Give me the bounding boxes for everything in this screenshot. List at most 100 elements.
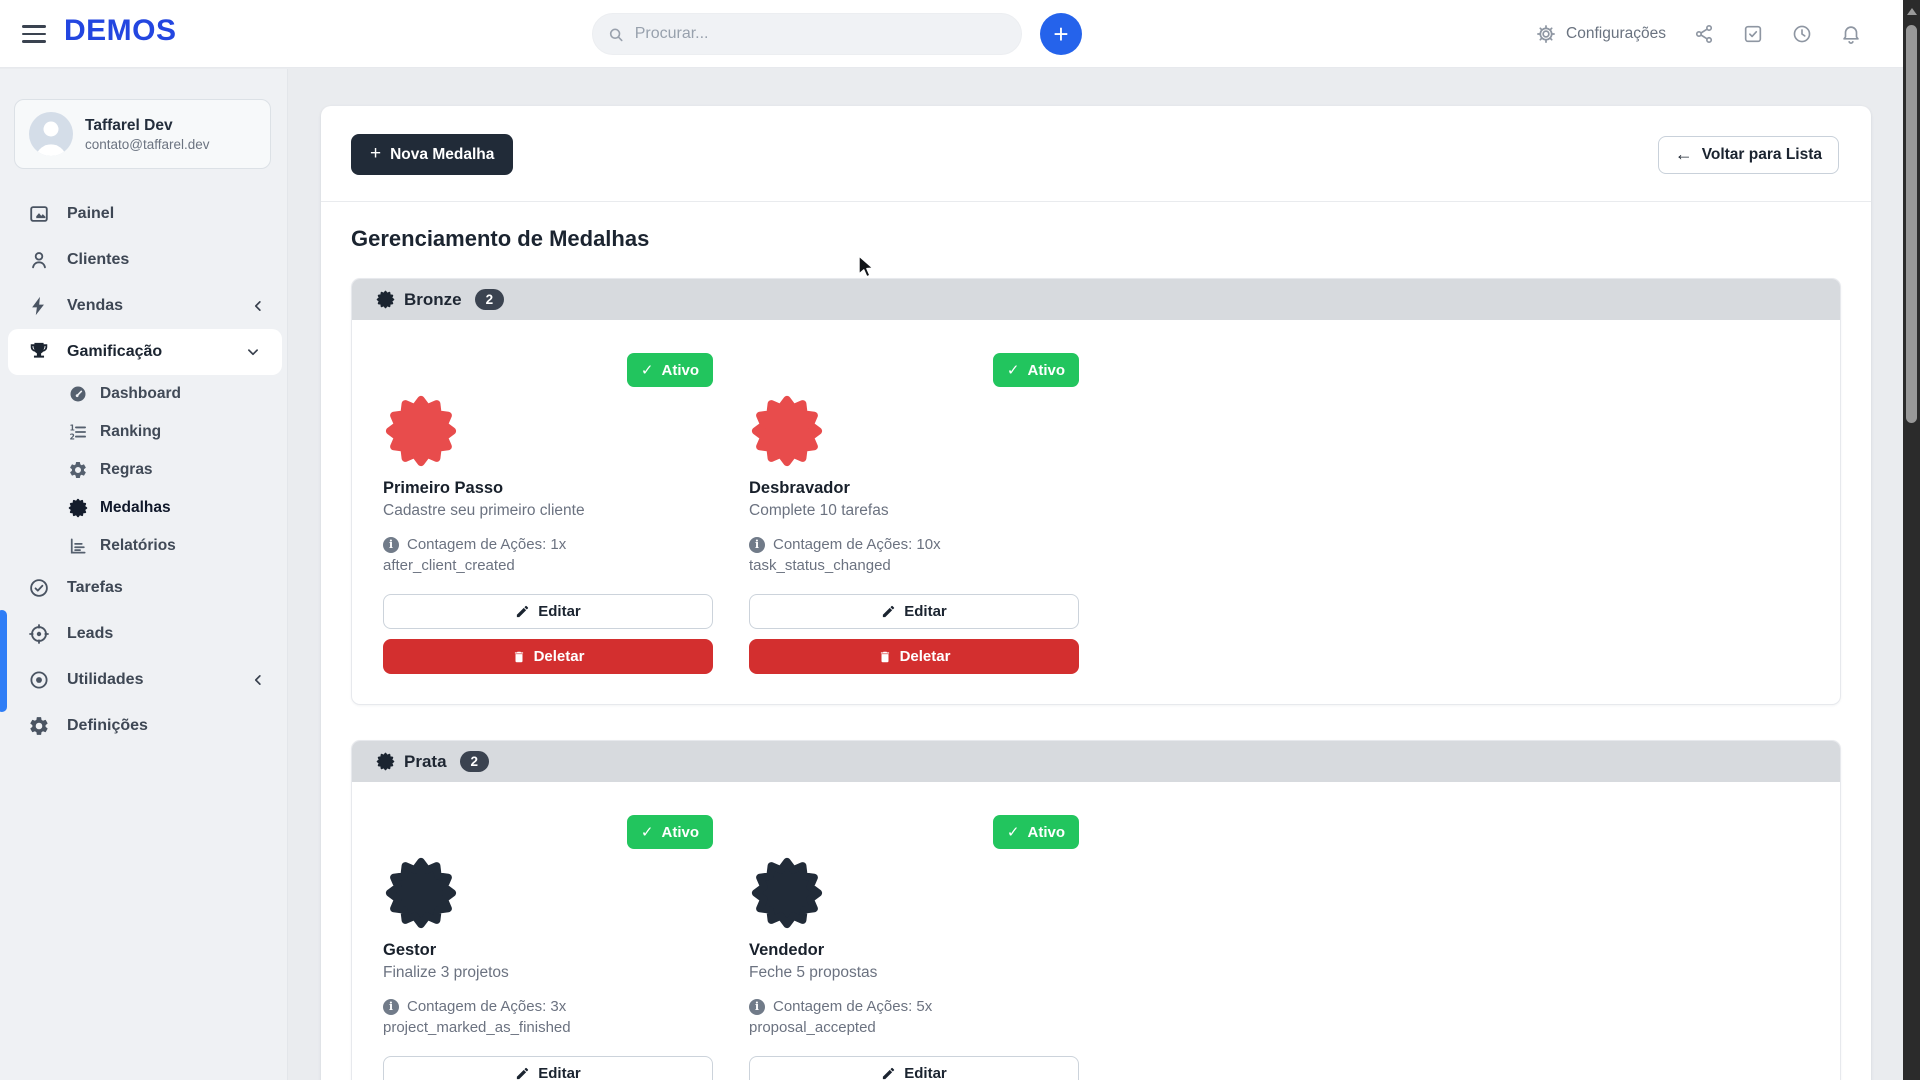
sidebar-item-definicoes[interactable]: Definições [0,703,287,749]
toolbar: + Nova Medalha ← Voltar para Lista [321,106,1871,202]
share-icon[interactable] [1693,23,1715,45]
status-label: Ativo [662,824,700,841]
status-badge: ✓Ativo [627,353,713,387]
search-bar[interactable] [592,13,1022,55]
sidebar-subitem-relatorios[interactable]: Relatórios [0,527,287,565]
sidebar-item-label: Regras [100,461,153,479]
app-logo[interactable]: DEMOS [64,14,177,48]
medal-section: Prata2✓AtivoGestorFinalize 3 projetosiCo… [351,740,1841,1080]
user-name: Taffarel Dev [85,117,210,135]
medal-name: Primeiro Passo [383,479,713,498]
sidebar-item-vendas[interactable]: Vendas [0,283,287,329]
bell-icon[interactable] [1840,23,1862,45]
sidebar-item-painel[interactable]: Painel [0,191,287,237]
plus-icon: + [370,143,381,165]
status-label: Ativo [662,362,700,379]
medal-section-title: Bronze [404,290,462,310]
sidebar-item-label: Tarefas [67,579,123,597]
clock-icon[interactable] [1791,23,1813,45]
medal-section-count: 2 [475,289,505,310]
medal-badge-icon [383,855,459,931]
chevron-left-icon [249,297,267,315]
action-count-row: iContagem de Ações: 3x [383,998,713,1015]
ranking-icon: 1 2 [68,422,88,442]
circle-dot-icon [28,669,50,691]
status-badge-row: ✓Ativo [749,353,1079,387]
sidebar-item-leads[interactable]: Leads [0,611,287,657]
sidebar-subitem-regras[interactable]: Regras [0,451,287,489]
chevron-left-icon [249,671,267,689]
gear-icon [1535,23,1557,45]
topbar-actions: Configurações [1535,0,1862,68]
medal-badge-icon [749,855,825,931]
status-label: Ativo [1028,362,1066,379]
info-icon: i [749,999,765,1015]
hamburger-menu-icon[interactable] [22,23,46,45]
new-medal-label: Nova Medalha [390,146,494,164]
new-medal-button[interactable]: + Nova Medalha [351,134,513,175]
medal-sections: Bronze2✓AtivoPrimeiro PassoCadastre seu … [351,278,1841,1080]
edit-button[interactable]: Editar [383,1056,713,1080]
pencil-icon [515,1066,530,1080]
tasks-check-icon[interactable] [1742,23,1764,45]
page-title: Gerenciamento de Medalhas [351,226,1841,252]
status-badge-row: ✓Ativo [749,815,1079,849]
sidebar-item-tarefas[interactable]: Tarefas [0,565,287,611]
delete-button[interactable]: Deletar [749,639,1079,674]
medal-section-body: ✓Ativo Primeiro Passo Cadastre seu primeir… [352,320,1840,704]
user-email: contato@taffarel.dev [85,137,210,152]
gear-icon [28,715,50,737]
delete-button[interactable]: Deletar [383,639,713,674]
medal-description: Cadastre seu primeiro cliente [383,502,713,520]
edit-button[interactable]: Editar [749,594,1079,629]
medal-section-title: Prata [404,752,447,772]
sidebar-item-label: Dashboard [100,385,181,403]
search-icon [607,25,625,44]
trophy-icon [28,341,50,363]
sidebar-item-label: Relatórios [100,537,176,555]
sidebar-item-gamificacao[interactable]: Gamificação [8,329,282,375]
back-label: Voltar para Lista [1702,146,1822,164]
scrollbar[interactable] [1903,0,1920,1080]
edit-label: Editar [538,1065,581,1080]
action-slug: project_marked_as_finished [383,1019,713,1036]
gear-icon [68,460,88,480]
sidebar-subitem-dashboard[interactable]: Dashboard [0,375,287,413]
action-count-row: iContagem de Ações: 10x [749,536,1079,553]
edit-button[interactable]: Editar [749,1056,1079,1080]
sidebar-item-clientes[interactable]: Clientes [0,237,287,283]
search-input[interactable] [635,25,1007,43]
medal-section: Bronze 2 ✓Ativo Primeiro Passo Cadastre seu … [351,278,1841,705]
status-badge: ✓Ativo [993,353,1079,387]
edit-button[interactable]: Editar [383,594,713,629]
quick-add-button[interactable]: + [1040,13,1082,55]
back-to-list-button[interactable]: ← Voltar para Lista [1658,136,1839,174]
sidebar-subitem-medalhas[interactable]: Medalhas [0,489,287,527]
scroll-up-arrow[interactable] [1907,8,1917,15]
chart-icon [68,536,88,556]
sidebar-item-label: Gamificação [67,343,162,361]
check-circle-icon [28,577,50,599]
sidebar-item-utilidades[interactable]: Utilidades [0,657,287,703]
scrollbar-thumb[interactable] [1906,25,1917,423]
gauge-icon [68,384,88,404]
delete-label: Deletar [534,648,585,665]
action-slug: task_status_changed [749,557,1079,574]
medal-icon [68,498,88,518]
sidebar-subitem-ranking[interactable]: 1 2 Ranking [0,413,287,451]
medal-section-count: 2 [460,751,490,772]
sidebar-item-label: Painel [67,205,114,223]
content-card: + Nova Medalha ← Voltar para Lista Geren… [321,106,1871,1080]
user-profile-card[interactable]: Taffarel Dev contato@taffarel.dev [14,99,271,169]
chevron-down-icon [244,343,262,361]
medal-section-body: ✓AtivoGestorFinalize 3 projetosiContagem… [352,782,1840,1080]
settings-link[interactable]: Configurações [1535,23,1666,45]
check-icon: ✓ [1007,823,1020,841]
trash-icon [512,650,526,664]
info-icon: i [383,999,399,1015]
app-window: DEMOS + Configurações [0,0,1920,1080]
action-count-row: iContagem de Ações: 5x [749,998,1079,1015]
main-content: + Nova Medalha ← Voltar para Lista Geren… [289,69,1903,1080]
medal-description: Complete 10 tarefas [749,502,1079,520]
edit-label: Editar [538,603,581,620]
